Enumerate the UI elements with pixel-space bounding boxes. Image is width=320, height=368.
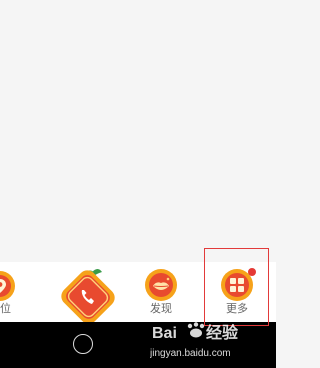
tab-phone[interactable] xyxy=(58,262,118,322)
tab-more-label: 更多 xyxy=(226,303,248,315)
bottom-tab-bar: 定位 发现 更多 xyxy=(0,262,276,322)
home-button[interactable] xyxy=(73,334,93,354)
tab-discover-label: 发现 xyxy=(150,303,172,315)
phone-call-icon xyxy=(61,269,115,322)
tab-location[interactable]: 定位 xyxy=(0,262,30,322)
discover-lips-icon xyxy=(145,269,177,301)
watermark-brand: Bai xyxy=(152,325,177,342)
location-pin-icon xyxy=(0,271,15,301)
watermark-brand-suffix: 经验 xyxy=(206,323,239,342)
baidu-paw-icon xyxy=(187,322,205,338)
baidu-jingyan-watermark: Bai 经验 jingyan.baidu.com xyxy=(150,322,239,359)
watermark-url: jingyan.baidu.com xyxy=(150,348,231,359)
content-area xyxy=(0,0,276,262)
tab-discover[interactable]: 发现 xyxy=(131,262,191,322)
tab-more[interactable]: 更多 xyxy=(207,262,267,322)
tab-location-label: 定位 xyxy=(0,303,11,315)
notification-badge xyxy=(248,268,256,276)
